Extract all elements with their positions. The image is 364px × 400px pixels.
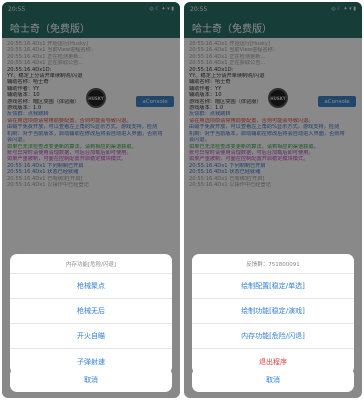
action-sheet: 内存功能[危险/闪退] 枪械聚点 枪械无后 开火自瞄 子弹射速 bbox=[10, 254, 172, 374]
menu-item-aimbot[interactable]: 开火自瞄 bbox=[10, 324, 172, 349]
right-phone-screen: 20:55 ◎ ☾ ✦ ▾ ▮ 哈士奇（免费版） 20:55:16.4Dx1 开… bbox=[184, 2, 362, 398]
menu-item-no-recoil[interactable]: 枪械无后 bbox=[10, 299, 172, 324]
menu-item-memory-features[interactable]: 内存功能[危险/闪退] bbox=[192, 324, 354, 349]
action-sheet-title: 内存功能[危险/闪退] bbox=[10, 254, 172, 274]
menu-item-draw-features[interactable]: 绘制功能[稳定/演戏] bbox=[192, 299, 354, 324]
menu-item-draw-config[interactable]: 绘制配置[稳定/单选] bbox=[192, 274, 354, 299]
left-phone-screen: 20:55 ◎ ☾ ✦ ▾ ▮ 哈士奇（免费版） 20:55:16.4Dx1 开… bbox=[2, 2, 180, 398]
action-sheet: 反馈群：751800091 绘制配置[稳定/单选] 绘制功能[稳定/演戏] 内存… bbox=[192, 254, 354, 374]
action-sheet-title: 反馈群：751800091 bbox=[192, 254, 354, 274]
cancel-button[interactable]: 取消 bbox=[192, 368, 354, 392]
menu-item-gun-spread[interactable]: 枪械聚点 bbox=[10, 274, 172, 299]
cancel-button[interactable]: 取消 bbox=[10, 368, 172, 392]
